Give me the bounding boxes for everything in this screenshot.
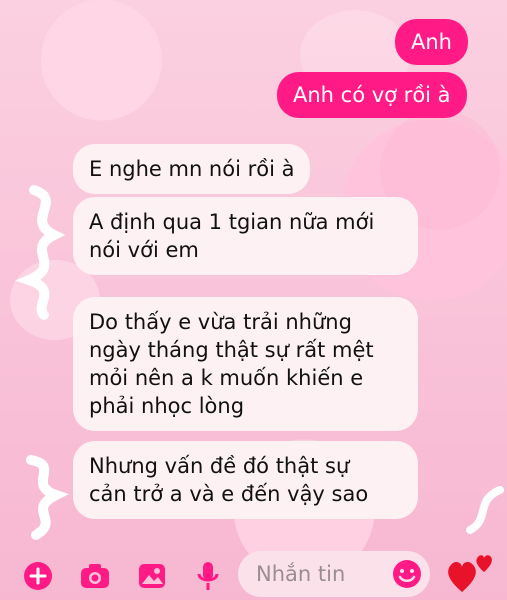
camera-icon[interactable] <box>79 560 111 592</box>
message-input[interactable]: Nhắn tin <box>238 551 430 597</box>
add-icon[interactable] <box>22 560 54 592</box>
heart-reaction-icon[interactable] <box>444 548 500 600</box>
microphone-icon[interactable] <box>192 560 224 592</box>
censor-scribble <box>466 486 504 534</box>
message-input-placeholder: Nhắn tin <box>256 562 346 586</box>
message-bubble-incoming[interactable]: A định qua 1 tgian nữa mới nói với em <box>73 197 418 275</box>
emoji-icon[interactable] <box>392 559 422 593</box>
message-bubble-incoming[interactable]: Do thấy e vừa trải những ngày tháng thật… <box>73 297 418 431</box>
message-bubble-outgoing[interactable]: Anh <box>395 19 468 65</box>
message-bubble-incoming[interactable]: Nhưng vấn đề đó thật sự cản trở a và e đ… <box>73 441 418 519</box>
message-bubble-incoming[interactable]: E nghe mn nói rồi à <box>73 144 311 194</box>
gallery-icon[interactable] <box>136 560 168 592</box>
message-bubble-outgoing[interactable]: Anh có vợ rồi à <box>277 72 467 118</box>
censor-scribble <box>26 455 70 540</box>
censor-scribble <box>14 185 66 320</box>
